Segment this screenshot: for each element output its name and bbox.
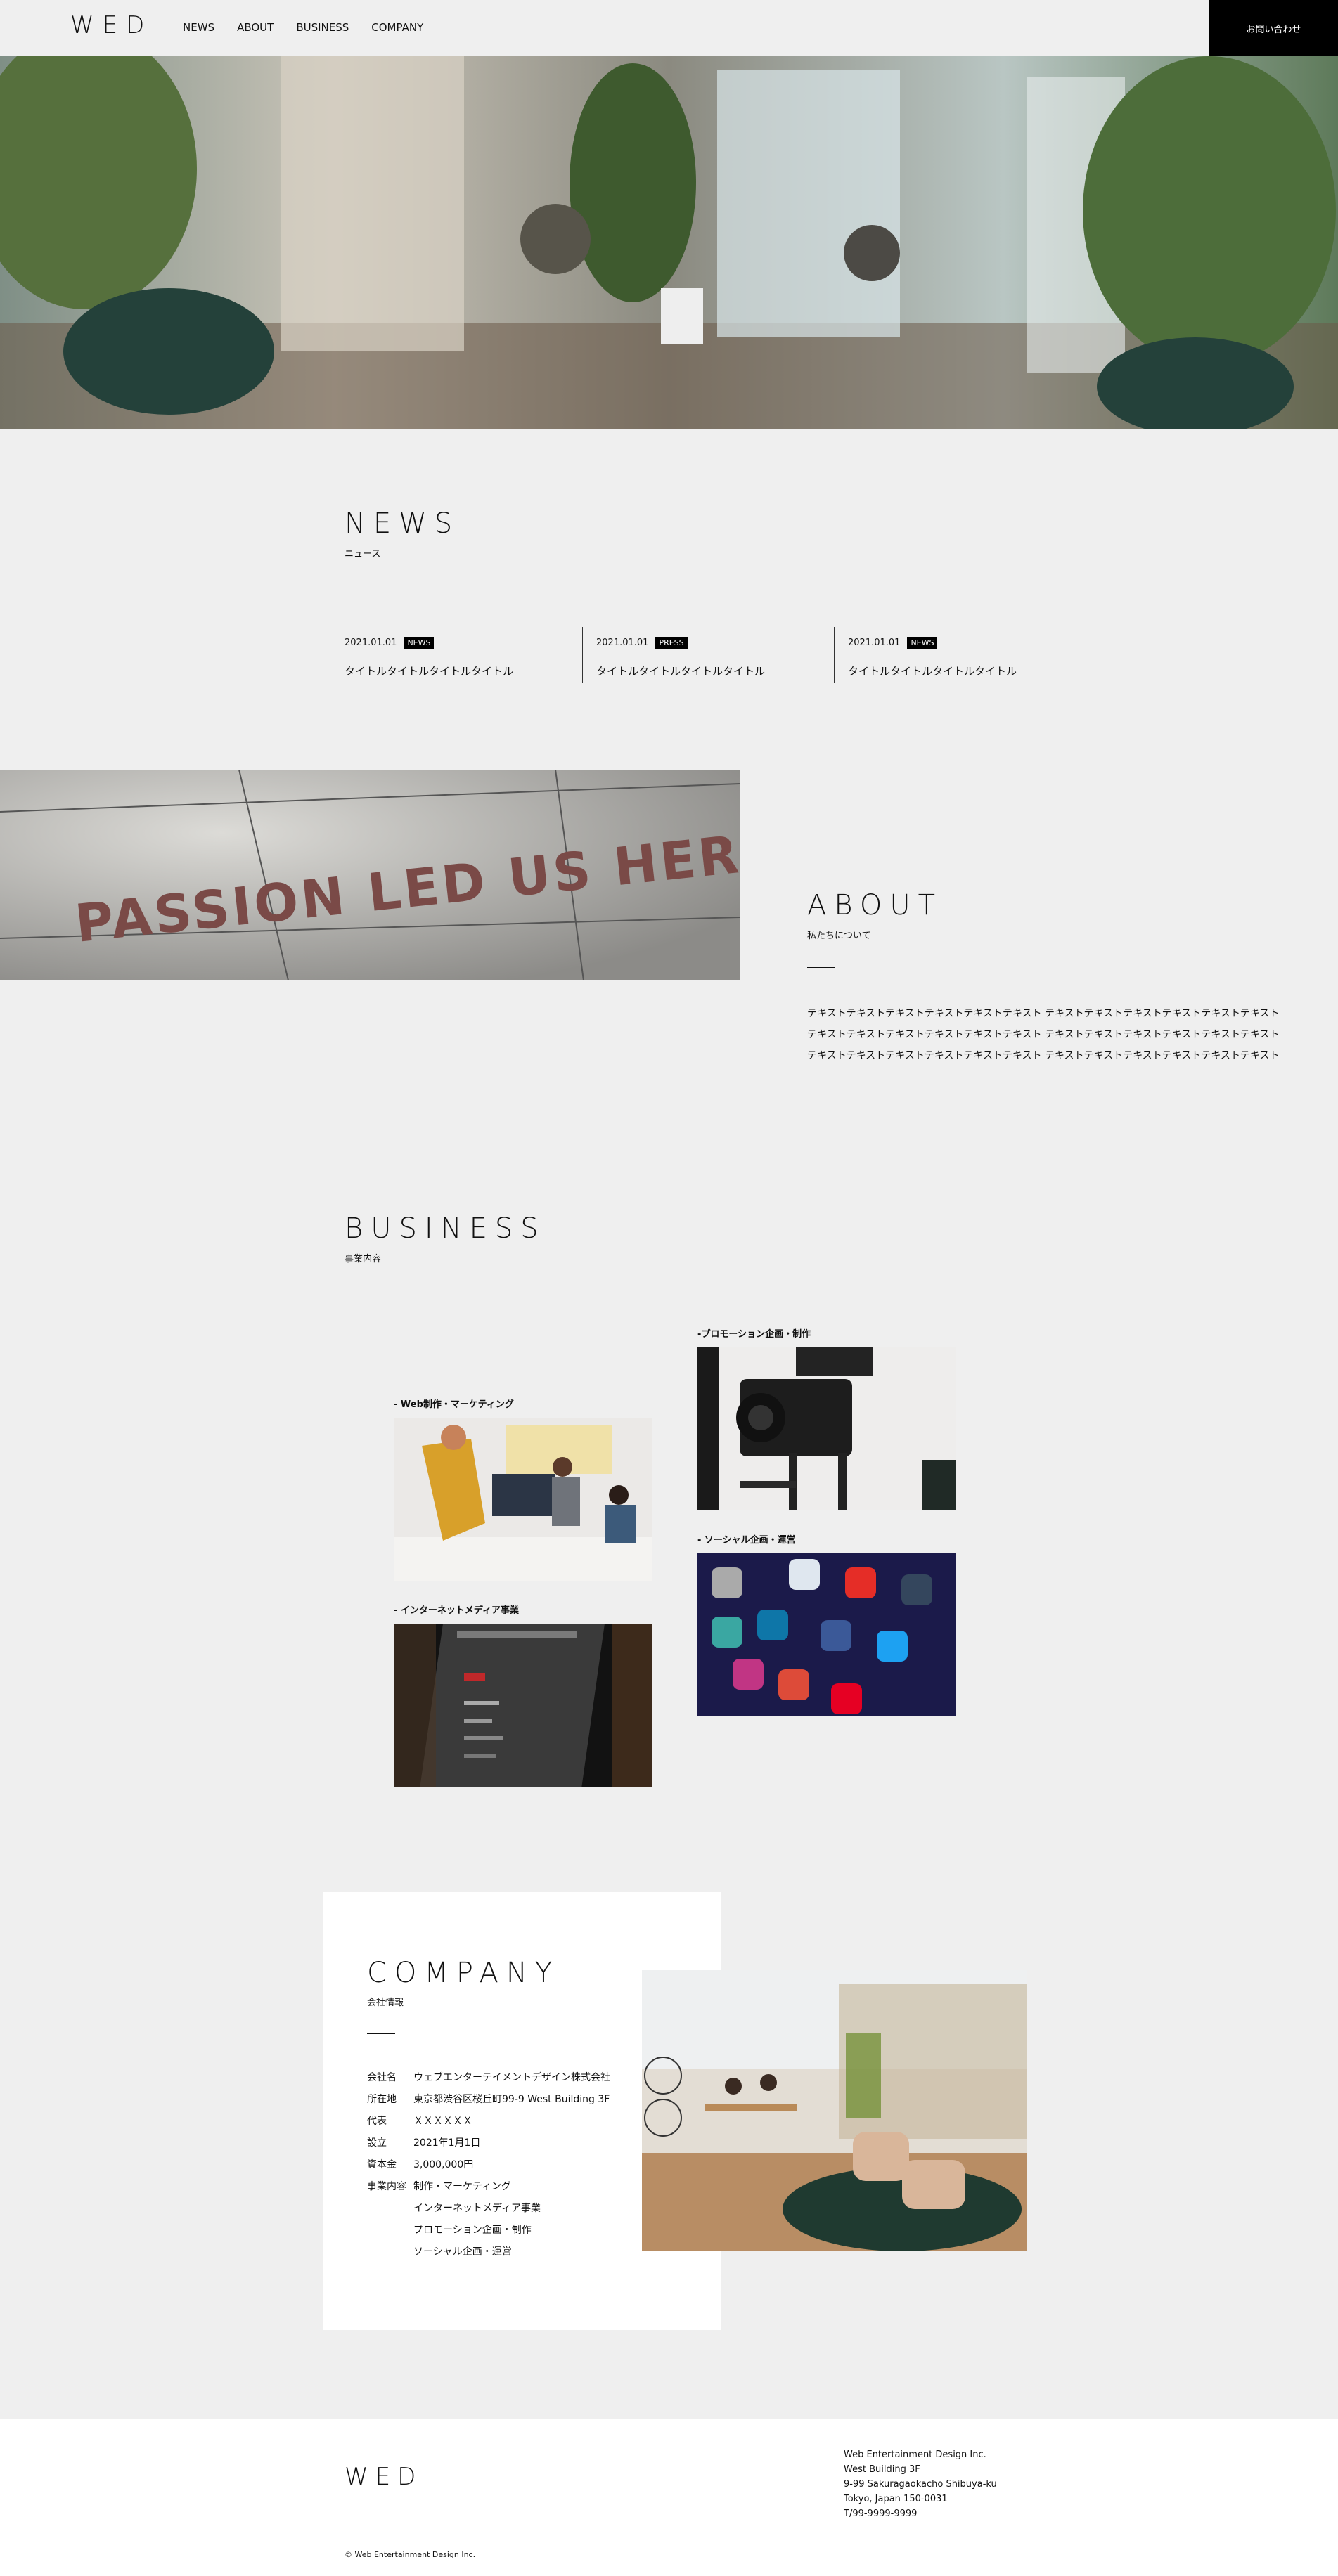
info-value: 3,000,000円 xyxy=(413,2159,474,2170)
copyright: © Web Entertainment Design Inc. xyxy=(345,2550,476,2559)
news-item-title[interactable]: タイトルタイトルタイトルタイトル xyxy=(596,664,765,678)
about-text: テキストテキストテキストテキストテキストテキスト テキストテキストテキストテキス… xyxy=(807,1003,1285,1066)
contact-button[interactable]: お問い合わせ xyxy=(1209,0,1338,56)
info-key: 代表 xyxy=(367,2116,387,2127)
company-subtitle: 会社情報 xyxy=(367,1998,404,2008)
footer-logo[interactable]: WED xyxy=(345,2463,423,2491)
address-line: Web Entertainment Design Inc. xyxy=(844,2449,986,2460)
hero-image xyxy=(0,56,1338,429)
news-tag-badge: NEWS xyxy=(907,637,938,649)
news-date: 2021.01.01 xyxy=(848,637,901,648)
nav-about[interactable]: ABOUT xyxy=(237,21,274,34)
nav-company[interactable]: COMPANY xyxy=(371,21,423,34)
company-info-row: プロモーション企画・制作 xyxy=(367,2222,532,2237)
info-key: 会社名 xyxy=(367,2072,397,2083)
company-info-row: ソーシャル企画・運営 xyxy=(367,2244,512,2258)
company-info-row: インターネットメディア事業 xyxy=(367,2201,541,2215)
business-image-promotion[interactable] xyxy=(697,1347,956,1510)
about-subtitle: 私たちについて xyxy=(807,931,871,941)
news-date: 2021.01.01 xyxy=(345,637,397,648)
company-info-row: 会社名 ウェブエンターテイメントデザイン株式会社 xyxy=(367,2070,610,2084)
info-key: 所在地 xyxy=(367,2094,397,2105)
news-separator xyxy=(582,627,583,683)
nav-business[interactable]: BUSINESS xyxy=(296,21,349,34)
company-info-row: 設立 2021年1月1日 xyxy=(367,2135,480,2149)
info-value: ウェブエンターテイメントデザイン株式会社 xyxy=(413,2072,610,2083)
business-label-media: - インターネットメディア事業 xyxy=(394,1605,520,1616)
about-divider xyxy=(807,967,835,968)
about-paragraph: テキストテキストテキストテキストテキストテキスト テキストテキストテキストテキス… xyxy=(807,1050,1280,1061)
info-key xyxy=(367,2201,413,2215)
info-value: 東京都渋谷区桜丘町99-9 West Building 3F xyxy=(413,2094,610,2105)
footer-address: Web Entertainment Design Inc. West Build… xyxy=(844,2447,997,2521)
news-item[interactable]: 2021.01.01 PRESS タイトルタイトルタイトルタイトル xyxy=(582,627,835,683)
address-line: West Building 3F xyxy=(844,2464,920,2475)
company-title: COMPANY xyxy=(367,1957,560,1989)
info-key: 事業内容 xyxy=(367,2181,406,2192)
about-title: ABOUT xyxy=(807,889,944,921)
company-divider xyxy=(367,2033,395,2034)
news-date: 2021.01.01 xyxy=(596,637,649,648)
business-image-social[interactable] xyxy=(697,1553,956,1716)
business-subtitle: 事業内容 xyxy=(345,1254,382,1264)
company-info-row: 事業内容 制作・マーケティング xyxy=(367,2179,511,2193)
news-item-title[interactable]: タイトルタイトルタイトルタイトル xyxy=(345,664,513,678)
company-image xyxy=(642,1970,1027,2251)
news-title: NEWS xyxy=(345,507,461,540)
site-header: WED NEWS ABOUT BUSINESS COMPANY お問い合わせ xyxy=(0,0,1338,56)
info-key xyxy=(367,2244,413,2258)
info-value: プロモーション企画・制作 xyxy=(413,2225,532,2236)
about-paragraph: テキストテキストテキストテキストテキストテキスト テキストテキストテキストテキス… xyxy=(807,1008,1280,1019)
address-line: 9-99 Sakuragaokacho Shibuya-ku xyxy=(844,2479,997,2490)
info-value: 制作・マーケティング xyxy=(413,2181,511,2192)
business-image-web[interactable] xyxy=(394,1418,652,1581)
info-value: インターネットメディア事業 xyxy=(413,2203,541,2214)
company-info-row: 所在地 東京都渋谷区桜丘町99-9 West Building 3F xyxy=(367,2092,610,2106)
site-footer: WED Web Entertainment Design Inc. West B… xyxy=(0,2419,1338,2576)
main-nav: NEWS ABOUT BUSINESS COMPANY xyxy=(183,21,446,34)
news-subtitle: ニュース xyxy=(345,549,381,559)
business-title: BUSINESS xyxy=(345,1212,546,1245)
business-label-web: - Web制作・マーケティング xyxy=(394,1399,514,1410)
news-item-title[interactable]: タイトルタイトルタイトルタイトル xyxy=(848,664,1017,678)
info-key: 設立 xyxy=(367,2137,387,2149)
company-info-row: 代表 ＸＸＸＸＸＸ xyxy=(367,2114,472,2128)
about-paragraph: テキストテキストテキストテキストテキストテキスト テキストテキストテキストテキス… xyxy=(807,1029,1280,1040)
company-info-row: 資本金 3,000,000円 xyxy=(367,2157,473,2171)
about-image: PASSION LED US HERE xyxy=(0,770,740,980)
info-value: ＸＸＸＸＸＸ xyxy=(413,2116,472,2127)
news-separator xyxy=(834,627,835,683)
news-item[interactable]: 2021.01.01 NEWS タイトルタイトルタイトルタイトル xyxy=(345,627,584,683)
address-line: Tokyo, Japan 150-0031 xyxy=(844,2494,948,2504)
news-item[interactable]: 2021.01.01 NEWS タイトルタイトルタイトルタイトル xyxy=(834,627,1087,683)
address-line: T/99-9999-9999 xyxy=(844,2509,918,2519)
business-label-promotion: -プロモーション企画・制作 xyxy=(697,1329,811,1340)
info-value: 2021年1月1日 xyxy=(413,2137,481,2149)
info-value: ソーシャル企画・運営 xyxy=(413,2246,512,2258)
info-key xyxy=(367,2222,413,2237)
site-logo[interactable]: WED xyxy=(70,11,153,39)
business-image-media[interactable] xyxy=(394,1624,652,1787)
info-key: 資本金 xyxy=(367,2159,397,2170)
nav-news[interactable]: NEWS xyxy=(183,21,214,34)
business-label-social: - ソーシャル企画・運営 xyxy=(697,1535,796,1546)
news-tag-badge: NEWS xyxy=(404,637,435,649)
news-tag-badge: PRESS xyxy=(655,637,688,649)
